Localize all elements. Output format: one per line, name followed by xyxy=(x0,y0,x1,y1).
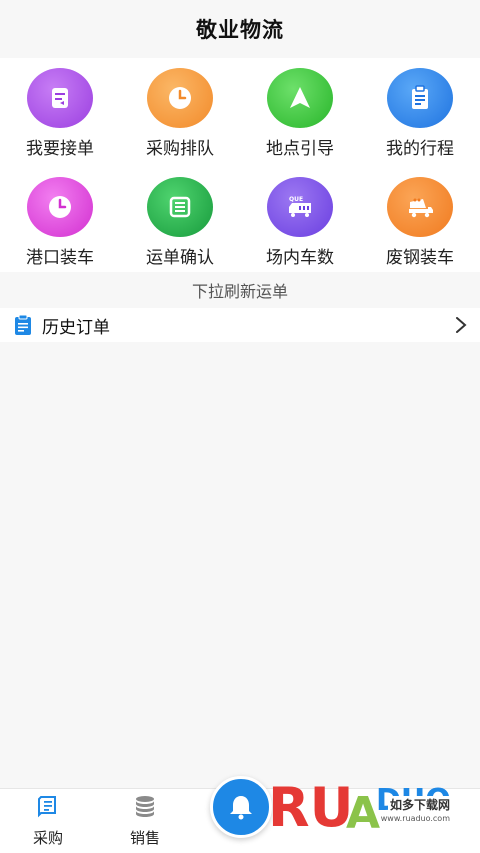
tab-label: 销售 xyxy=(129,829,160,847)
history-orders-row[interactable]: 历史订单 xyxy=(0,308,480,342)
grid-item-waybill-confirm[interactable]: 运单确认 xyxy=(120,167,240,272)
grid-item-my-trip[interactable]: 我的行程 xyxy=(360,58,480,167)
grid-item-location-guide[interactable]: 地点引导 xyxy=(240,58,360,167)
grid-label: 运单确认 xyxy=(146,248,214,268)
watermark-text: 如多下载网 xyxy=(387,796,452,813)
tab-label: 采购 xyxy=(32,829,63,847)
grid-item-yard-vehicles[interactable]: QUE 场内车数 xyxy=(240,167,360,272)
grid-item-purchase-queue[interactable]: 采购排队 xyxy=(120,58,240,167)
clock-icon xyxy=(147,68,213,128)
grid-item-scrap-loading[interactable]: 废钢装车 xyxy=(360,167,480,272)
purchase-book-icon xyxy=(38,796,56,818)
page-title: 敬业物流 xyxy=(196,18,284,42)
watermark-logo: RU A DUO 如多下载网 www.ruaduo.com xyxy=(268,770,468,842)
document-icon xyxy=(15,314,31,335)
grid-item-accept-order[interactable]: 我要接单 xyxy=(0,58,120,167)
app-header: 敬业物流 xyxy=(0,0,480,58)
grid-label: 采购排队 xyxy=(146,139,214,159)
bell-icon xyxy=(230,796,252,820)
tab-purchase[interactable]: 采购 xyxy=(3,789,93,853)
pull-to-refresh-tip: 下拉刷新运单 xyxy=(0,272,480,308)
grid-label: 我的行程 xyxy=(386,139,454,159)
grid-label: 场内车数 xyxy=(266,248,334,268)
svg-text:A: A xyxy=(346,788,380,839)
history-orders-label: 历史订单 xyxy=(42,317,110,338)
clipboard-icon xyxy=(387,68,453,128)
grid-label: 地点引导 xyxy=(266,139,334,159)
grid-label: 废钢装车 xyxy=(386,248,454,268)
navigation-arrow-icon xyxy=(267,68,333,128)
notification-bell-button[interactable] xyxy=(210,776,272,838)
database-stack-icon xyxy=(136,796,154,817)
chevron-right-icon xyxy=(456,317,467,333)
tab-sales[interactable]: 销售 xyxy=(100,789,190,853)
truck-queue-icon: QUE xyxy=(267,177,333,237)
watermark-url: www.ruaduo.com xyxy=(380,814,450,823)
order-accept-icon xyxy=(27,68,93,128)
svg-text:RU: RU xyxy=(268,776,353,839)
dump-truck-icon xyxy=(387,177,453,237)
clock-icon xyxy=(27,177,93,237)
grid-item-port-loading[interactable]: 港口装车 xyxy=(0,167,120,272)
waybill-list-area[interactable] xyxy=(0,342,480,788)
svg-text:QUE: QUE xyxy=(289,196,303,203)
function-grid: 我要接单 采购排队 地点引导 我的行程 港口装车 运单确认 QUE 场内车数 废… xyxy=(0,58,480,272)
grid-label: 港口装车 xyxy=(26,248,94,268)
grid-label: 我要接单 xyxy=(26,139,94,159)
document-confirm-icon xyxy=(147,177,213,237)
